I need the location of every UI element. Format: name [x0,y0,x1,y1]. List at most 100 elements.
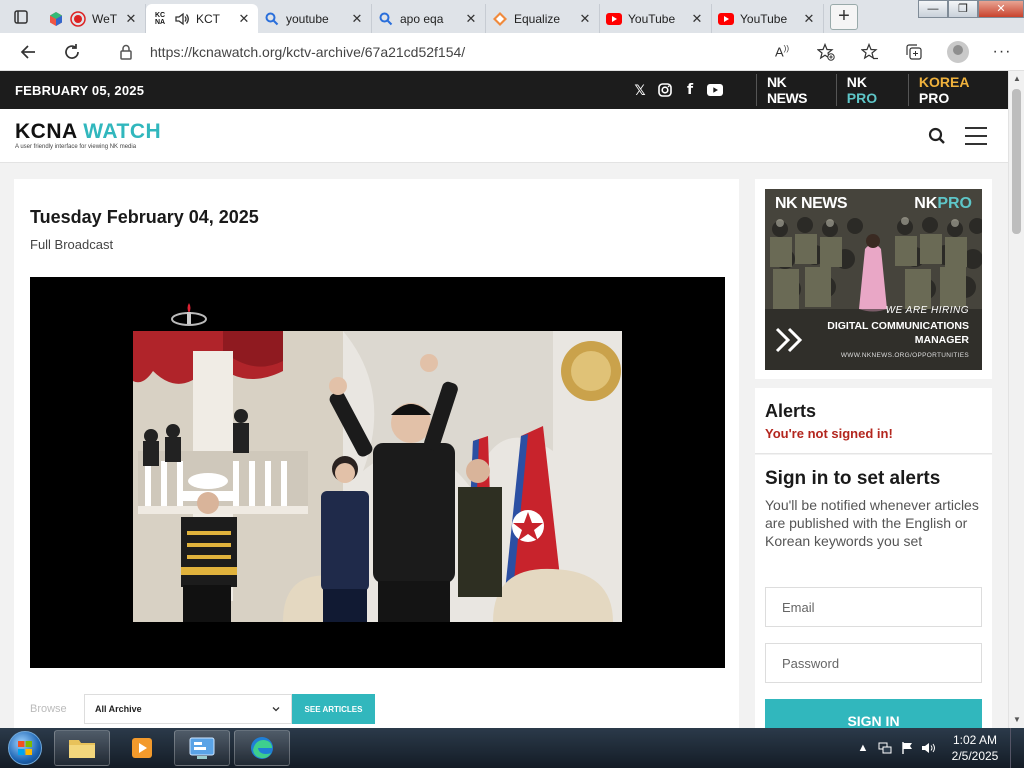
koreapro-label-b: PRO [918,90,950,106]
collections-button[interactable] [892,33,936,71]
broadcast-type: Full Broadcast [30,237,114,252]
close-window-button[interactable]: ✕ [978,0,1024,18]
tab-youtube-2[interactable]: YouTube ✕ [712,4,824,33]
video-player[interactable] [30,277,725,668]
logo-tagline: A user friendly interface for viewing NK… [15,144,137,150]
add-favorite-button[interactable] [804,33,848,71]
add-favorite-icon [817,43,835,61]
sign-in-panel: Sign in to set alerts You'll be notified… [755,455,992,739]
favorites-icon [861,43,878,60]
logo-wordmark: KCNA WATCH [15,121,161,143]
double-chevron-icon [775,327,803,353]
system-clock[interactable]: 1:02 AM 2/5/2025 [940,732,1010,764]
clock-time: 1:02 AM [952,733,998,747]
taskbar-file-explorer[interactable] [54,730,110,766]
ad-nkpro-b: PRO [937,195,972,212]
equalizer-icon [492,11,508,27]
video-frame [133,331,622,622]
tab-webcam[interactable]: WeT ✕ [42,4,146,33]
ad-url: WWW.NKNEWS.ORG/OPPORTUNITIES [840,352,969,359]
search-icon [264,11,280,27]
browser-toolbar: https://kcnawatch.org/kctv-archive/67a21… [0,33,1024,71]
youtube-icon[interactable] [707,82,723,98]
tab-youtube-1[interactable]: YouTube ✕ [600,4,712,33]
tab-actions-icon [14,9,28,24]
youtube-icon [718,11,734,27]
avatar [947,41,969,63]
show-hidden-icons[interactable]: ▲ [852,728,874,768]
more-options-icon: ··· [992,43,1012,60]
site-header: KCNA WATCH A user friendly interface for… [0,109,1008,163]
minimize-button[interactable]: — [918,0,948,18]
workspaces-button[interactable] [0,0,42,33]
hamburger-menu-icon[interactable] [965,127,987,145]
new-tab-button[interactable]: + [830,3,858,30]
facebook-icon[interactable]: f [682,82,698,98]
nkpro-link[interactable]: NK PRO [835,74,908,106]
system-tray: ▲ 1:02 AM 2/5/2025 [852,728,1024,768]
sign-in-description: You'll be notified whenever articles are… [765,497,979,549]
archive-select[interactable]: All Archive [84,694,292,724]
taskbar-control-panel[interactable] [174,730,230,766]
koreapro-link[interactable]: KOREA PRO [907,74,1008,106]
action-center-flag-icon[interactable] [896,728,918,768]
audio-playing-icon[interactable] [174,11,190,27]
folder-icon [69,740,95,758]
scroll-down-icon[interactable]: ▼ [1009,712,1024,728]
browser-tab-bar: WeT ✕ KC NA KCT ✕ youtube ✕ apo eqa ✕ Equ… [0,0,1024,33]
taskbar-edge[interactable] [234,730,290,766]
maximize-button[interactable]: ❐ [948,0,978,18]
tab-close-icon[interactable]: ✕ [801,11,817,27]
tab-title: Equalize [514,11,561,26]
x-icon[interactable]: 𝕏 [632,82,648,98]
tab-apo-search[interactable]: apo eqa ✕ [372,4,486,33]
tab-close-icon[interactable]: ✕ [689,11,705,27]
volume-icon[interactable] [918,728,940,768]
search-icon [378,11,394,27]
address-bar[interactable]: https://kcnawatch.org/kctv-archive/67a21… [104,37,824,67]
tab-equalizer[interactable]: Equalize ✕ [486,4,600,33]
tab-close-icon[interactable]: ✕ [123,11,139,27]
settings-menu-button[interactable]: ··· [980,33,1024,71]
nknews-link[interactable]: NK NEWS [756,74,836,106]
back-arrow-icon [20,44,35,59]
site-logo[interactable]: KCNA WATCH A user friendly interface for… [15,121,161,151]
hiring-advert[interactable]: NK NEWS NKPRO WE ARE HIRING DIGITAL COMM… [765,189,982,370]
tab-close-icon[interactable]: ✕ [463,11,479,27]
search-icon[interactable] [928,127,946,145]
show-desktop-button[interactable] [1010,728,1024,768]
tab-youtube-search[interactable]: youtube ✕ [258,4,372,33]
edge-browser-icon [251,737,273,759]
page-scrollbar[interactable]: ▲ ▼ [1008,71,1024,728]
email-field[interactable] [765,587,982,627]
scrollbar-thumb[interactable] [1012,89,1021,234]
broadcast-still-image [133,331,622,622]
tab-close-icon[interactable]: ✕ [577,11,593,27]
favorites-button[interactable] [848,33,892,71]
read-aloud-button[interactable]: A)) [760,33,804,71]
scroll-up-icon[interactable]: ▲ [1009,71,1024,87]
network-icon[interactable] [874,728,896,768]
see-articles-button[interactable]: SEE ARTICLES [292,694,375,724]
instagram-icon[interactable] [657,82,673,98]
tab-close-icon[interactable]: ✕ [236,11,252,27]
url-text[interactable]: https://kcnawatch.org/kctv-archive/67a21… [150,44,465,60]
password-field[interactable] [765,643,982,683]
profile-button[interactable] [936,33,980,71]
start-button[interactable] [0,728,50,768]
tab-kctv[interactable]: KC NA KCT ✕ [146,4,258,33]
sidebar-ad-card: NK NEWS NKPRO WE ARE HIRING DIGITAL COMM… [755,179,992,379]
media-player-icon [132,738,152,758]
taskbar-media-player[interactable] [114,730,170,766]
site-top-strip: FEBRUARY 05, 2025 𝕏 f NK NEWS NK PRO KOR… [0,71,1008,109]
current-date: FEBRUARY 05, 2025 [15,82,145,98]
back-button[interactable] [8,33,48,71]
windows-taskbar: ▲ 1:02 AM 2/5/2025 [0,728,1024,768]
youtube-icon [606,11,622,27]
alerts-panel: Alerts You're not signed in! [755,388,992,454]
tab-close-icon[interactable]: ✕ [349,11,365,27]
read-aloud-icon: A)) [775,44,789,60]
refresh-button[interactable] [52,33,92,71]
lock-icon[interactable] [116,42,136,62]
window-controls: — ❐ ✕ [918,0,1024,20]
